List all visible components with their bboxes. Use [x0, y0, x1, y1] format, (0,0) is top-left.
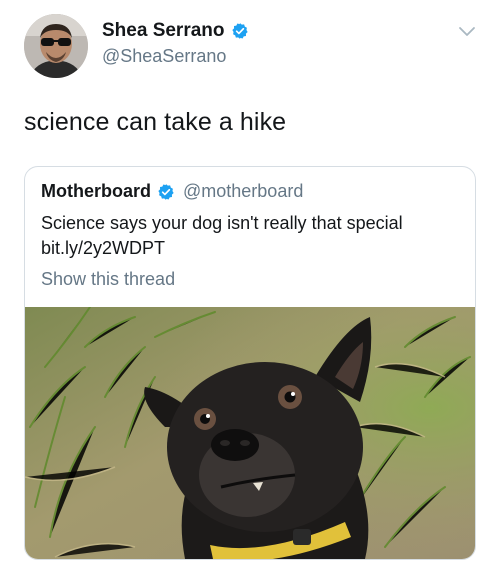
quote-link[interactable]: bit.ly/2y2WDPT	[41, 236, 461, 261]
quote-header: Motherboard @motherboard	[41, 181, 303, 202]
author-handle[interactable]: @SheaSerrano	[102, 46, 226, 67]
quote-text-line: Science says your dog isn't really that …	[41, 213, 403, 233]
dog-photo	[25, 307, 475, 559]
quote-text: Science says your dog isn't really that …	[41, 211, 461, 261]
author-name[interactable]: Shea Serrano	[102, 20, 225, 42]
author-name-row[interactable]: Shea Serrano	[102, 20, 249, 42]
avatar-image	[24, 14, 88, 78]
tweet-text: science can take a hike	[24, 108, 287, 136]
quote-media-image[interactable]	[25, 307, 475, 559]
quote-author-handle[interactable]: @motherboard	[183, 181, 303, 202]
show-thread-link[interactable]: Show this thread	[41, 269, 175, 290]
verified-badge-icon	[158, 183, 174, 200]
author-avatar[interactable]	[24, 14, 88, 78]
quoted-tweet-card[interactable]: Motherboard @motherboard Science says yo…	[24, 166, 476, 560]
chevron-down-icon[interactable]	[458, 26, 476, 38]
verified-badge-icon	[231, 23, 248, 39]
quote-author-name[interactable]: Motherboard	[41, 181, 151, 202]
